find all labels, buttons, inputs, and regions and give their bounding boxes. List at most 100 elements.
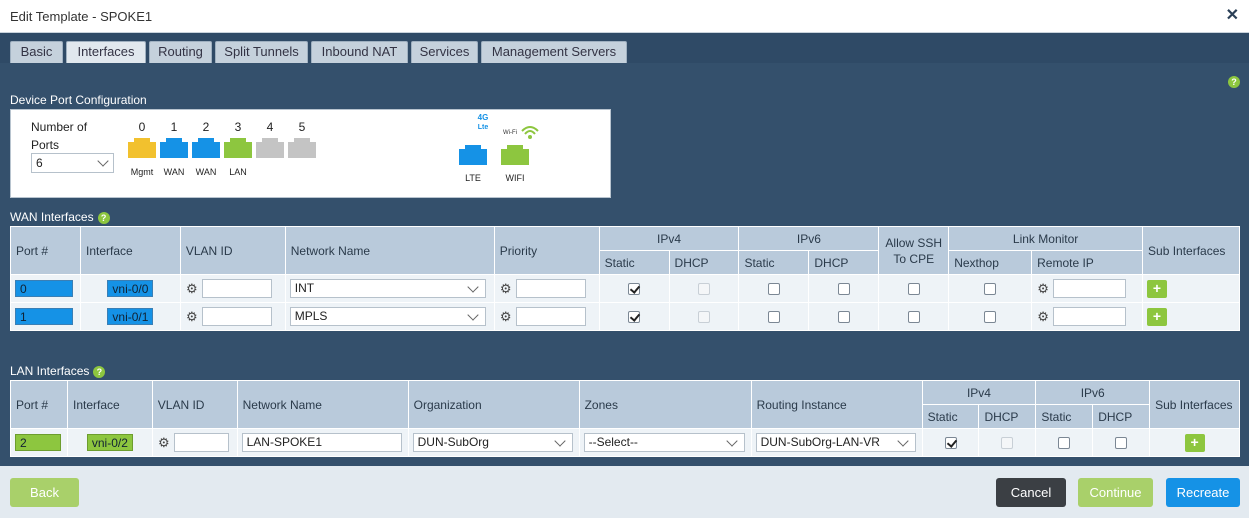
- chevron-down-icon: [553, 435, 566, 447]
- nexthop-checkbox[interactable]: [984, 283, 997, 296]
- number-of-ports-select[interactable]: 6: [31, 153, 114, 173]
- port-field[interactable]: 2: [15, 434, 61, 451]
- port-field[interactable]: 0: [15, 280, 73, 297]
- help-icon[interactable]: ?: [97, 211, 110, 224]
- wan-interfaces-label: WAN Interfaces?: [10, 210, 110, 224]
- add-sub-interface-button[interactable]: +: [1147, 279, 1168, 298]
- ipv6-dhcp-checkbox[interactable]: [837, 311, 850, 324]
- routing-instance-select[interactable]: DUN-SubOrg-LAN-VR: [755, 433, 916, 452]
- ipv4-static-checkbox[interactable]: [628, 311, 641, 324]
- ipv4-static-checkbox[interactable]: [944, 437, 957, 450]
- organization-select[interactable]: DUN-SubOrg: [412, 433, 573, 452]
- col-sub-interfaces: Sub Interfaces: [1149, 380, 1240, 429]
- wifi-label: WIFI: [505, 173, 525, 183]
- help-icon[interactable]: ?: [93, 365, 106, 378]
- port-label-3: LAN: [229, 167, 247, 177]
- lte-port-icon[interactable]: [459, 143, 487, 165]
- col-ipv4: IPv4: [921, 380, 1037, 405]
- chevron-down-icon: [97, 155, 109, 167]
- col-routing-instance: Routing Instance: [750, 380, 923, 429]
- wifi-icon: [521, 123, 539, 141]
- wan-interfaces-table: Port # Interface VLAN ID Network Name Pr…: [10, 226, 1240, 331]
- lte-label: LTE: [465, 173, 481, 183]
- tab-inbound-nat[interactable]: Inbound NAT: [311, 41, 408, 63]
- col-port: Port #: [10, 380, 68, 429]
- lan-interfaces-table: Port # Interface VLAN ID Network Name Or…: [10, 380, 1240, 457]
- network-name-select[interactable]: INT: [289, 279, 486, 298]
- tab-basic[interactable]: Basic: [10, 41, 63, 63]
- allow-ssh-checkbox[interactable]: [907, 283, 920, 296]
- gear-icon[interactable]: ⚙: [499, 281, 513, 297]
- ethernet-port-icon[interactable]: [128, 136, 156, 158]
- close-icon[interactable]: ✕: [1226, 7, 1239, 25]
- port-number-1: 1: [170, 120, 178, 134]
- priority-input[interactable]: [516, 307, 587, 326]
- dialog-title: Edit Template - SPOKE1: [10, 9, 153, 24]
- chevron-down-icon: [467, 281, 479, 293]
- ipv6-dhcp-checkbox[interactable]: [837, 283, 850, 296]
- tab-interfaces[interactable]: Interfaces: [66, 41, 146, 64]
- gear-icon[interactable]: ⚙: [1036, 281, 1050, 297]
- port-number-2: 2: [202, 120, 210, 134]
- number-of-ports-value: 6: [36, 156, 43, 170]
- ethernet-port-icon[interactable]: [224, 136, 252, 158]
- device-port-panel: Number of Ports 6 0 Mgmt 1 WAN 2 WAN 3 L…: [10, 109, 611, 198]
- gear-icon[interactable]: ⚙: [185, 281, 199, 297]
- tab-split-tunnels[interactable]: Split Tunnels: [215, 41, 308, 63]
- network-name-input[interactable]: LAN-SPOKE1: [241, 433, 402, 452]
- continue-button[interactable]: Continue: [1078, 478, 1153, 507]
- col-zones: Zones: [578, 380, 752, 429]
- col-network-name: Network Name: [236, 380, 409, 429]
- ipv6-static-checkbox[interactable]: [767, 283, 780, 296]
- col-vlan-id: VLAN ID: [179, 226, 286, 275]
- nexthop-checkbox[interactable]: [984, 311, 997, 324]
- gear-icon[interactable]: ⚙: [499, 309, 513, 325]
- recreate-button[interactable]: Recreate: [1166, 478, 1240, 507]
- col-ipv6-static: Static: [1035, 404, 1094, 429]
- help-icon[interactable]: ?: [1228, 76, 1240, 88]
- network-name-select[interactable]: MPLS: [289, 307, 486, 326]
- vlan-id-input[interactable]: [174, 433, 230, 452]
- add-sub-interface-button[interactable]: +: [1147, 307, 1168, 326]
- col-ipv6-static: Static: [738, 250, 810, 275]
- allow-ssh-checkbox[interactable]: [907, 311, 920, 324]
- col-ipv4-dhcp: DHCP: [668, 250, 740, 275]
- gear-icon[interactable]: ⚙: [157, 435, 171, 451]
- tab-services[interactable]: Services: [411, 41, 478, 63]
- vlan-id-input[interactable]: [202, 279, 273, 298]
- col-interface: Interface: [79, 226, 181, 275]
- port-number-5: 5: [298, 120, 306, 134]
- table-row: 2 vni-0/2 ⚙ LAN-SPOKE1 DUN-SubOrg --Sele…: [10, 428, 1240, 457]
- ipv6-static-checkbox[interactable]: [767, 311, 780, 324]
- zones-select[interactable]: --Select--: [583, 433, 745, 452]
- col-ipv6: IPv6: [738, 226, 880, 251]
- add-sub-interface-button[interactable]: +: [1184, 433, 1205, 452]
- back-button[interactable]: Back: [10, 478, 79, 507]
- col-ipv6-dhcp: DHCP: [1092, 404, 1151, 429]
- chevron-down-icon: [467, 309, 479, 321]
- col-nexthop: Nexthop: [948, 250, 1033, 275]
- tab-routing[interactable]: Routing: [149, 41, 212, 63]
- gear-icon[interactable]: ⚙: [1036, 309, 1050, 325]
- ipv6-static-checkbox[interactable]: [1058, 437, 1071, 450]
- port-field[interactable]: 1: [15, 308, 73, 325]
- ethernet-port-icon[interactable]: [256, 136, 284, 158]
- priority-input[interactable]: [516, 279, 587, 298]
- remote-ip-input[interactable]: [1053, 279, 1127, 298]
- ipv4-dhcp-checkbox: [1001, 437, 1014, 450]
- cancel-button[interactable]: Cancel: [996, 478, 1066, 507]
- ipv4-static-checkbox[interactable]: [628, 283, 641, 296]
- vlan-id-input[interactable]: [202, 307, 273, 326]
- ethernet-port-icon[interactable]: [160, 136, 188, 158]
- ethernet-port-icon[interactable]: [192, 136, 220, 158]
- col-ipv4-dhcp: DHCP: [978, 404, 1037, 429]
- wifi-port-icon[interactable]: [501, 143, 529, 165]
- col-network-name: Network Name: [284, 226, 495, 275]
- lan-interfaces-label: LAN Interfaces?: [10, 364, 106, 378]
- ipv6-dhcp-checkbox[interactable]: [1115, 437, 1128, 450]
- tab-management-servers[interactable]: Management Servers: [481, 41, 627, 63]
- ethernet-port-icon[interactable]: [288, 136, 316, 158]
- gear-icon[interactable]: ⚙: [185, 309, 199, 325]
- remote-ip-input[interactable]: [1053, 307, 1127, 326]
- device-port-config-label: Device Port Configuration: [10, 93, 147, 107]
